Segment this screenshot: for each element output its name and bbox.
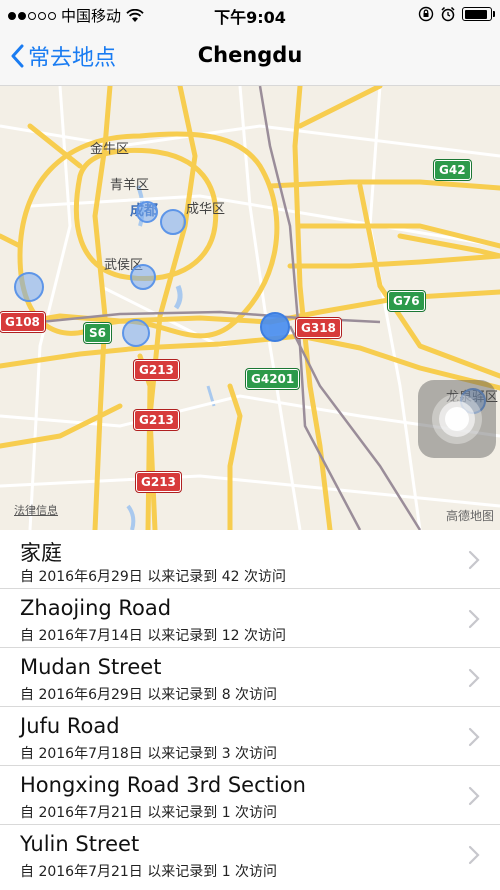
place-visit-summary: 自 2016年6月29日 以来记录到 42 次访问: [20, 569, 286, 585]
road-shield-g213-b: G213: [134, 410, 179, 430]
list-item[interactable]: Hongxing Road 3rd Section 自 2016年7月21日 以…: [0, 766, 500, 825]
road-shield-g108: G108: [0, 312, 45, 332]
back-button-label: 常去地点: [28, 46, 117, 71]
road-shield-g318: G318: [296, 318, 341, 338]
place-visit-summary: 自 2016年7月21日 以来记录到 1 次访问: [20, 864, 278, 880]
status-right: [418, 6, 495, 22]
chevron-left-icon: [11, 44, 24, 68]
navigation-bar: 常去地点 Chengdu: [0, 28, 500, 86]
place-visit-summary: 自 2016年6月29日 以来记录到 8 次访问: [20, 687, 278, 703]
place-visit-summary: 自 2016年7月21日 以来记录到 1 次访问: [20, 805, 278, 821]
road-shield-g213-c: G213: [136, 472, 181, 492]
alarm-icon: [441, 6, 455, 22]
place-name: Mudan Street: [20, 655, 162, 679]
list-item[interactable]: Jufu Road 自 2016年7月18日 以来记录到 3 次访问: [0, 707, 500, 766]
chevron-right-icon: [468, 727, 480, 747]
district-label-jinniu: 金牛区: [90, 142, 130, 157]
place-name: Zhaojing Road: [20, 596, 172, 620]
map-roads: [0, 86, 500, 530]
place-visit-summary: 自 2016年7月18日 以来记录到 3 次访问: [20, 746, 278, 762]
chevron-right-icon: [468, 786, 480, 806]
battery-icon: [462, 7, 495, 21]
list-item[interactable]: Yulin Street 自 2016年7月21日 以来记录到 1 次访问: [0, 825, 500, 884]
battery-fill: [464, 9, 487, 19]
road-shield-g76: G76: [388, 291, 425, 311]
district-label-qingyang: 青羊区: [110, 178, 150, 193]
chevron-right-icon: [468, 609, 480, 629]
chevron-right-icon: [468, 550, 480, 570]
district-label-chenghua: 成华区: [186, 202, 226, 217]
place-name: 家庭: [20, 541, 62, 565]
location-pin[interactable]: [122, 319, 150, 347]
location-pin[interactable]: [160, 209, 186, 235]
chevron-right-icon: [468, 668, 480, 688]
road-shield-g4201: G4201: [246, 369, 300, 389]
list-item[interactable]: 家庭 自 2016年6月29日 以来记录到 42 次访问: [0, 530, 500, 589]
road-shield-g213-a: G213: [134, 360, 179, 380]
place-visit-summary: 自 2016年7月14日 以来记录到 12 次访问: [20, 628, 286, 644]
location-pin[interactable]: [130, 264, 156, 290]
legal-info-link[interactable]: 法律信息: [14, 502, 58, 518]
list-item[interactable]: Zhaojing Road 自 2016年7月14日 以来记录到 12 次访问: [0, 589, 500, 648]
place-name: Jufu Road: [20, 714, 120, 738]
frequent-places-list: 家庭 自 2016年6月29日 以来记录到 42 次访问 Zhaojing Ro…: [0, 530, 500, 890]
location-pin[interactable]: [136, 201, 158, 223]
place-name: Yulin Street: [20, 832, 140, 856]
location-pin[interactable]: [14, 272, 44, 302]
location-pin[interactable]: [260, 312, 290, 342]
place-name: Hongxing Road 3rd Section: [20, 773, 306, 797]
status-bar: 中国移动 下午9:04: [0, 0, 500, 28]
chevron-right-icon: [468, 845, 480, 865]
road-shield-g42: G42: [434, 160, 471, 180]
map-provider-logo: 高德地图: [445, 509, 494, 523]
assistive-touch-button[interactable]: [418, 380, 496, 458]
map-view[interactable]: 金牛区 青羊区 成都 成华区 武侯区 龙泉驿区 G42 G76 G318 G10…: [0, 86, 500, 530]
rotation-lock-icon: [418, 6, 434, 22]
road-shield-s6: S6: [84, 323, 111, 343]
list-item[interactable]: Mudan Street 自 2016年6月29日 以来记录到 8 次访问: [0, 648, 500, 707]
back-button[interactable]: 常去地点: [10, 40, 116, 72]
